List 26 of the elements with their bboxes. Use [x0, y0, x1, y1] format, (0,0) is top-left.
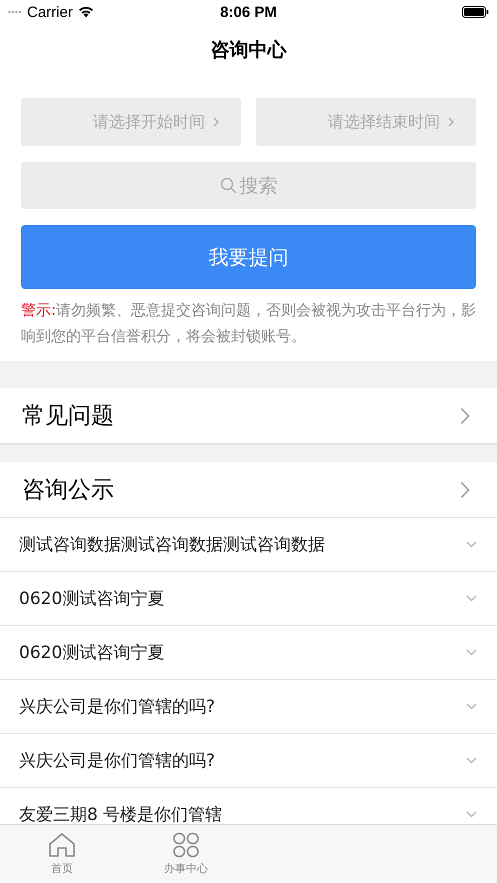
page-title: 咨询中心	[210, 38, 286, 63]
chevron-down-icon	[466, 757, 477, 764]
question-row[interactable]: 0620测试咨询宁夏	[0, 626, 497, 680]
chevron-right-icon	[448, 117, 454, 127]
wifi-icon	[78, 6, 94, 18]
question-row[interactable]: 兴庆公司是你们管辖的吗?	[0, 734, 497, 788]
question-row[interactable]: 兴庆公司是你们管辖的吗?	[0, 680, 497, 734]
grid-icon	[172, 832, 200, 858]
chevron-down-icon	[466, 649, 477, 656]
status-time: 8:06 PM	[220, 4, 277, 20]
chevron-down-icon	[466, 541, 477, 548]
chevron-down-icon	[466, 811, 477, 818]
warning-text: 警示:请勿频繁、恶意提交咨询问题，否则会被视为攻击平台行为，影响到您的平台信誉积分，将会被封锁账号。	[21, 300, 478, 347]
chevron-right-icon	[460, 406, 470, 424]
chevron-down-icon	[466, 703, 477, 710]
chevron-down-icon	[466, 595, 477, 602]
battery-icon	[462, 6, 489, 18]
search-icon	[220, 177, 236, 194]
chevron-right-icon	[213, 117, 219, 127]
carrier-label: Carrier	[27, 4, 73, 20]
question-row[interactable]: 0620测试咨询宁夏	[0, 572, 497, 626]
chevron-right-icon	[460, 480, 470, 498]
question-row[interactable]: 测试咨询数据测试咨询数据测试咨询数据	[0, 518, 497, 572]
home-icon	[48, 832, 76, 858]
signal-dots-icon	[8, 10, 22, 14]
section-row[interactable]: 咨询公示	[0, 462, 497, 518]
